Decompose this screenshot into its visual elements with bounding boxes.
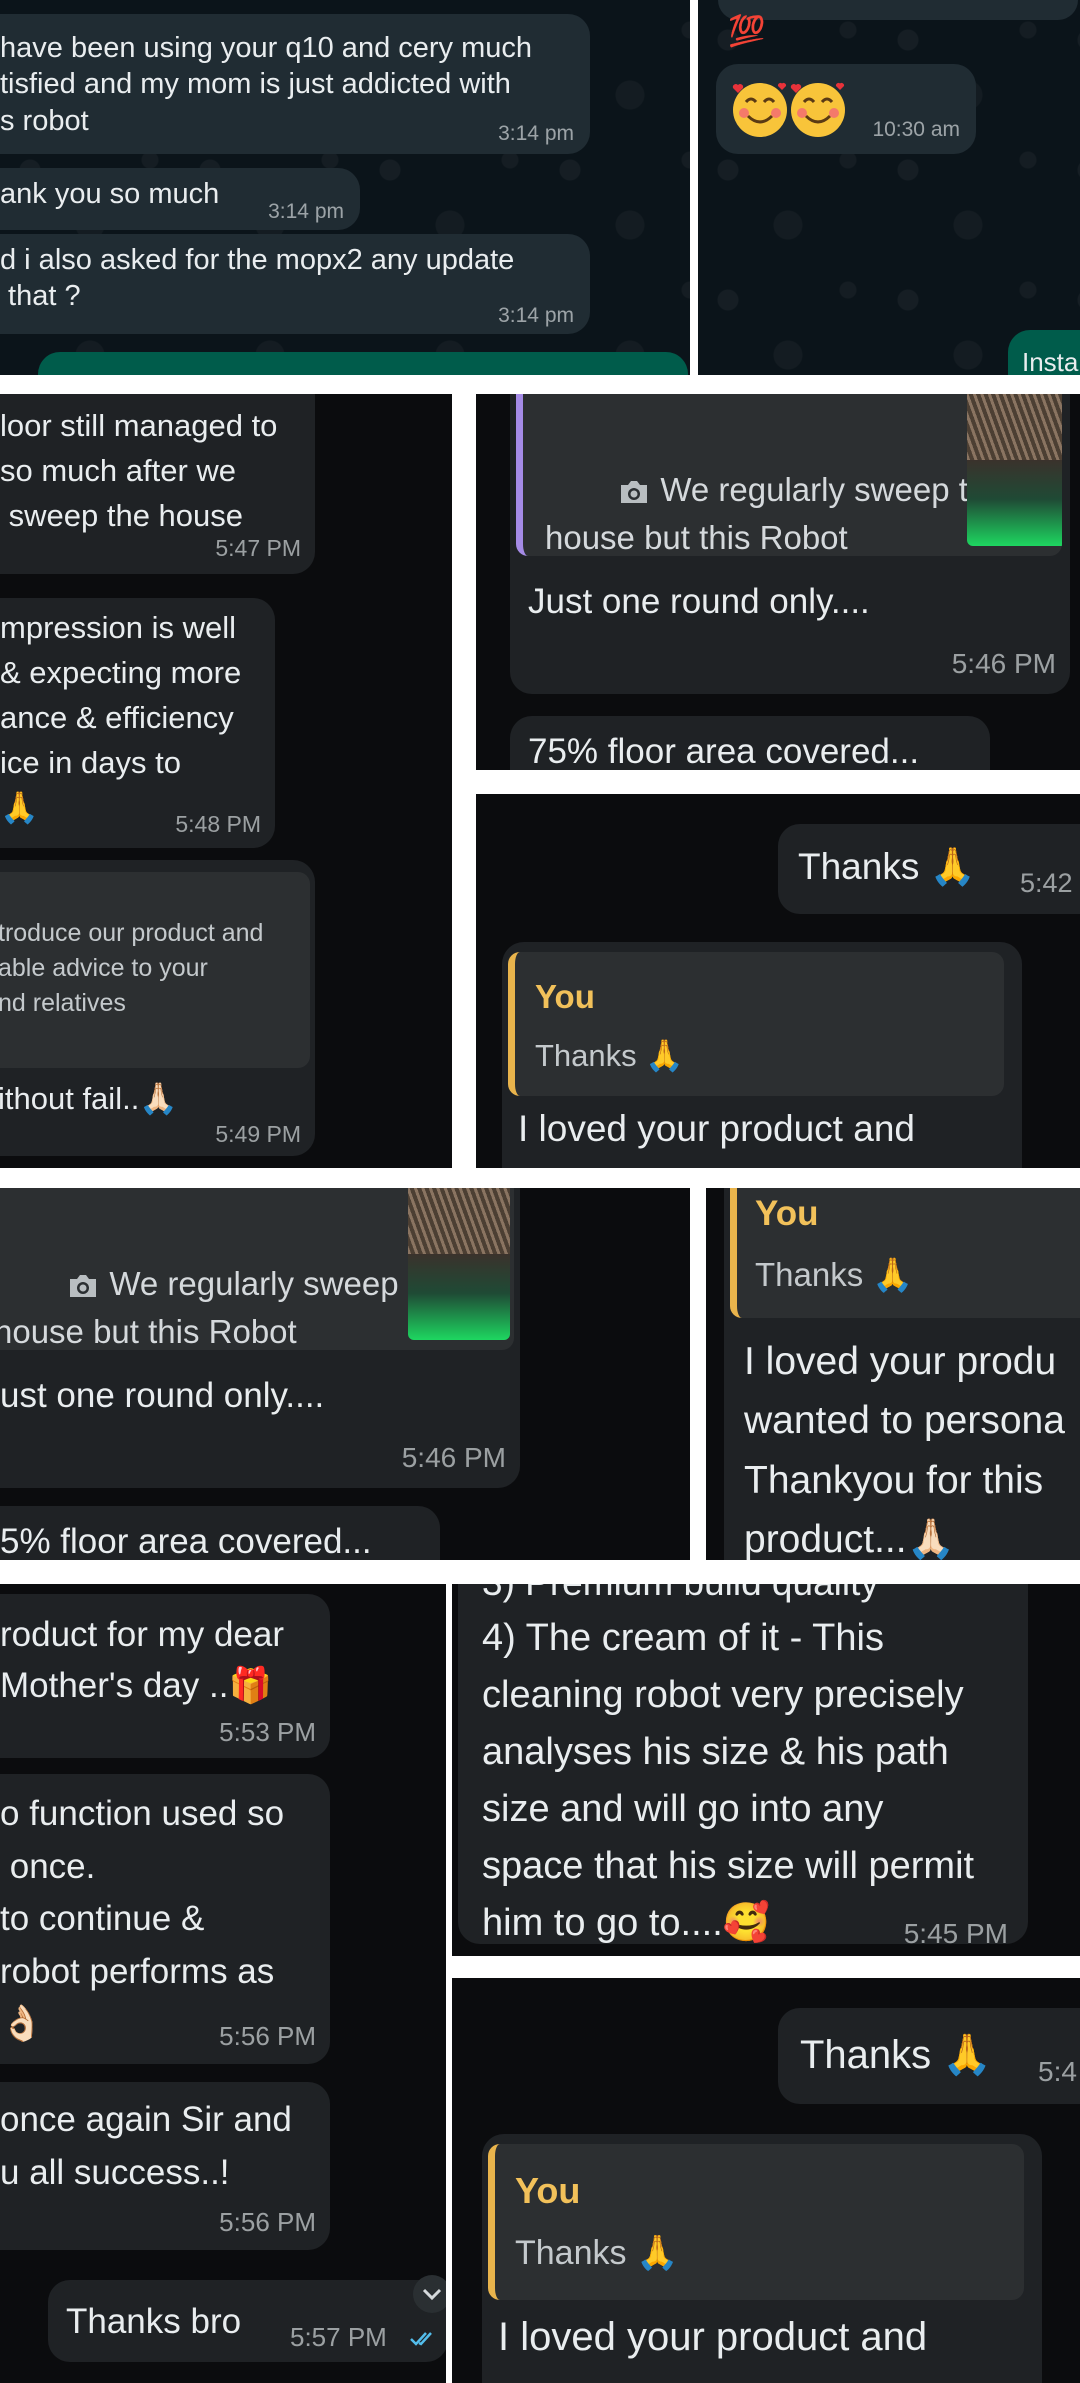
message-text: ithout fail..🙏🏻 — [0, 1081, 178, 1116]
quote-text: troduce our product and able advice to y… — [0, 919, 264, 1017]
quote-author: You — [755, 1194, 819, 1233]
quote-author: You — [515, 2170, 581, 2211]
message-time: 5:46 PM — [401, 1442, 506, 1473]
photo-thumbnail[interactable] — [408, 1188, 510, 1340]
chat-panel-3: loor still managed to so much after we s… — [0, 394, 452, 1168]
message-text: 5% floor area covered... — [0, 1522, 372, 1560]
camera-icon — [70, 1275, 97, 1298]
quote-text: Thanks 🙏 — [515, 2234, 679, 2272]
chat-panel-4: We regularly sweep the house but this Ro… — [476, 394, 1080, 770]
message-text: Thanks 🙏 — [800, 2033, 993, 2077]
hundred-emoji: 💯 — [728, 15, 766, 48]
quote-text: We regularly sweep the house but this Ro… — [0, 1212, 454, 1350]
message-text: Thanks bro — [66, 2302, 242, 2341]
message-text: ust one round only.... — [0, 1376, 325, 1415]
incoming-message[interactable]: d i also asked for the mopx2 any update … — [0, 234, 590, 334]
smiling-hearts-emoji — [732, 82, 845, 137]
incoming-message[interactable]: once again Sir and u all success..! 5:56… — [0, 2082, 330, 2250]
message-time: 5:53 PM — [219, 1717, 316, 1747]
message-text: Just one round only.... — [528, 582, 870, 621]
outgoing-message[interactable]: Thanks 🙏 5:4 — [778, 2008, 1080, 2104]
message-time: 3:14 pm — [268, 200, 344, 223]
chat-panel-2: 💯 10:30 am Insta — [698, 0, 1080, 375]
message-time: 5:47 PM — [215, 535, 301, 561]
chat-panel-1: have been using your q10 and cery much t… — [0, 0, 690, 375]
chat-panel-6: We regularly sweep the house but this Ro… — [0, 1188, 690, 1560]
chat-panel-5: Thanks 🙏 5:42 You Thanks 🙏 I loved your … — [476, 794, 1080, 1168]
incoming-message[interactable]: ank you so much 3:14 pm — [0, 168, 360, 230]
quote-text: Thanks 🙏 — [755, 1256, 914, 1293]
message-time: 5:48 PM — [175, 811, 261, 837]
incoming-message[interactable]: You Thanks 🙏 I loved your produ wanted t… — [724, 1188, 1080, 1560]
incoming-message[interactable]: mpression is well & expecting more ance … — [0, 598, 275, 848]
incoming-message[interactable]: We regularly sweep the house but this Ro… — [0, 1188, 520, 1488]
quoted-message[interactable]: You Thanks 🙏 — [730, 1188, 1080, 1318]
message-time: 5:46 PM — [951, 648, 1056, 679]
message-time: 5:57 PM — [290, 2322, 387, 2352]
chat-panel-10: Thanks 🙏 5:4 You Thanks 🙏 I loved your p… — [452, 1978, 1080, 2383]
incoming-message[interactable]: roduct for my dear Mother's day ..🎁 5:53… — [0, 1594, 330, 1758]
message-text: loor still managed to so much after we s… — [0, 408, 278, 533]
incoming-message[interactable]: have been using your q10 and cery much t… — [0, 14, 590, 154]
message-text: d i also asked for the mopx2 any update … — [0, 244, 515, 313]
message-text: have been using your q10 and cery much t… — [0, 32, 533, 137]
message-text: I loved your produ wanted to persona Tha… — [744, 1340, 1065, 1560]
outgoing-message[interactable]: Thanks bro 5:57 PM — [48, 2280, 446, 2362]
quote-text: Thanks 🙏 — [535, 1038, 684, 1073]
message-time: 3:14 pm — [498, 122, 574, 145]
quote-lines: We regularly sweep the house but this Ro… — [545, 470, 1005, 556]
incoming-message-partial[interactable] — [718, 0, 1078, 20]
incoming-message[interactable]: 3) Premium build quality 4) The cream of… — [458, 1584, 1028, 1949]
message-time: 5:42 — [1020, 868, 1073, 898]
camera-icon — [621, 481, 648, 504]
quoted-message[interactable]: troduce our product and able advice to y… — [0, 872, 310, 1068]
incoming-message[interactable]: We regularly sweep the house but this Ro… — [510, 394, 1070, 694]
scroll-down-icon[interactable] — [412, 2274, 446, 2314]
chat-panel-7: You Thanks 🙏 I loved your produ wanted t… — [706, 1188, 1080, 1560]
message-time: 10:30 am — [872, 118, 960, 141]
message-time: 5:56 PM — [219, 2021, 316, 2051]
message-time: 5:4 — [1038, 2056, 1077, 2087]
message-text: 4) The cream of it - This cleaning robot… — [482, 1617, 975, 1944]
incoming-message[interactable]: troduce our product and able advice to y… — [0, 860, 315, 1156]
message-time: 5:45 PM — [903, 1918, 1008, 1949]
quote-text: We regularly sweep the house but this Ro… — [545, 418, 1005, 556]
outgoing-message-partial[interactable] — [38, 352, 688, 375]
double-check-icon — [410, 2332, 432, 2346]
message-text: 3) Premium build quality — [482, 1584, 879, 1606]
quoted-message[interactable]: We regularly sweep the house but this Ro… — [516, 394, 1062, 556]
message-time: 5:56 PM — [219, 2207, 316, 2237]
message-text: 75% floor area covered... — [528, 732, 920, 770]
incoming-message[interactable]: 10:30 am — [716, 64, 976, 154]
outgoing-message[interactable]: Thanks 🙏 5:42 — [778, 824, 1080, 914]
chat-panel-8: roduct for my dear Mother's day ..🎁 5:53… — [0, 1584, 446, 2383]
quoted-message[interactable]: You Thanks 🙏 — [488, 2144, 1024, 2300]
message-text: o function used so once. to continue & r… — [0, 1794, 285, 2043]
message-time: 5:49 PM — [215, 1121, 301, 1147]
chat-panel-9: 3) Premium build quality 4) The cream of… — [452, 1584, 1080, 1956]
message-text: ank you so much — [0, 178, 220, 210]
quote-author: You — [535, 978, 595, 1015]
incoming-message[interactable]: You Thanks 🙏 I loved your product and — [482, 2134, 1042, 2383]
message-text: once again Sir and u all success..! — [0, 2100, 292, 2192]
message-text: roduct for my dear Mother's day ..🎁 — [0, 1615, 284, 1705]
outgoing-message-partial[interactable]: Insta — [1008, 330, 1080, 375]
quoted-message[interactable]: You Thanks 🙏 — [508, 952, 1004, 1096]
message-text: mpression is well & expecting more ance … — [0, 610, 242, 825]
message-text: Insta — [1022, 347, 1079, 375]
incoming-message[interactable]: You Thanks 🙏 I loved your product and — [502, 942, 1022, 1168]
incoming-message[interactable]: 5% floor area covered... — [0, 1506, 440, 1560]
message-text: I loved your product and — [498, 2315, 928, 2359]
incoming-message[interactable]: 75% floor area covered... — [510, 716, 990, 770]
quoted-message[interactable]: We regularly sweep the house but this Ro… — [0, 1188, 514, 1350]
message-text: I loved your product and — [518, 1108, 915, 1149]
message-text: Thanks 🙏 — [798, 846, 976, 887]
incoming-message[interactable]: o function used so once. to continue & r… — [0, 1774, 330, 2064]
message-time: 3:14 pm — [498, 304, 574, 327]
incoming-message[interactable]: loor still managed to so much after we s… — [0, 394, 315, 574]
photo-thumbnail[interactable] — [967, 394, 1062, 546]
